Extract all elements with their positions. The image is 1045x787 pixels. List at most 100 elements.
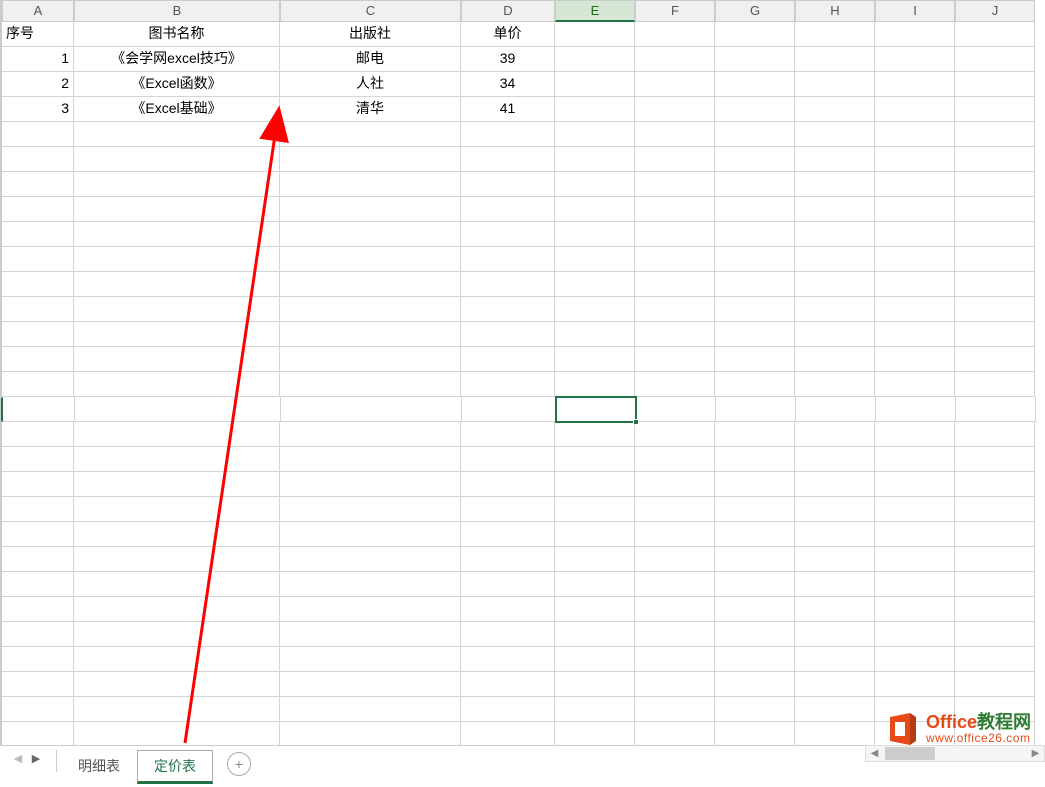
- cell[interactable]: [74, 697, 280, 722]
- cell[interactable]: [715, 647, 795, 672]
- cell[interactable]: [461, 422, 555, 447]
- cell[interactable]: [74, 597, 280, 622]
- cell-D2[interactable]: 39: [461, 47, 555, 72]
- cell[interactable]: [715, 322, 795, 347]
- cell[interactable]: [74, 197, 280, 222]
- cell-A2[interactable]: 1: [2, 47, 74, 72]
- cell[interactable]: [2, 722, 74, 747]
- cell[interactable]: [556, 397, 636, 422]
- cell-E1[interactable]: [555, 22, 635, 47]
- cell[interactable]: [875, 122, 955, 147]
- cell[interactable]: [2, 597, 74, 622]
- cell[interactable]: [2, 422, 74, 447]
- cell[interactable]: [875, 347, 955, 372]
- cell-A3[interactable]: 2: [2, 72, 74, 97]
- tab-nav-prev-icon[interactable]: ◀: [10, 750, 26, 766]
- cell-G1[interactable]: [715, 22, 795, 47]
- cell[interactable]: [715, 572, 795, 597]
- cell[interactable]: [875, 422, 955, 447]
- cell[interactable]: [955, 122, 1035, 147]
- cell[interactable]: [74, 522, 280, 547]
- cell[interactable]: [280, 147, 461, 172]
- cell[interactable]: [555, 722, 635, 747]
- cell[interactable]: [461, 272, 555, 297]
- cell-I1[interactable]: [875, 22, 955, 47]
- cell-A4[interactable]: 3: [2, 97, 74, 122]
- cell[interactable]: [74, 422, 280, 447]
- cell[interactable]: [955, 147, 1035, 172]
- scroll-thumb[interactable]: [885, 747, 935, 760]
- cell[interactable]: [2, 322, 74, 347]
- cell[interactable]: [955, 297, 1035, 322]
- cell[interactable]: [74, 172, 280, 197]
- cell-C2[interactable]: 邮电: [280, 47, 461, 72]
- cell[interactable]: [555, 172, 635, 197]
- cell[interactable]: [461, 572, 555, 597]
- cell[interactable]: [461, 172, 555, 197]
- cell[interactable]: [74, 722, 280, 747]
- cell[interactable]: [635, 497, 715, 522]
- cell[interactable]: [3, 397, 75, 422]
- cell[interactable]: [280, 247, 461, 272]
- cell[interactable]: [875, 522, 955, 547]
- cell[interactable]: [2, 697, 74, 722]
- cell[interactable]: [795, 422, 875, 447]
- col-header-G[interactable]: G: [715, 0, 795, 22]
- cell[interactable]: [461, 347, 555, 372]
- cell[interactable]: [555, 272, 635, 297]
- cell[interactable]: [2, 147, 74, 172]
- cell[interactable]: [461, 297, 555, 322]
- cell[interactable]: [875, 572, 955, 597]
- cell[interactable]: [635, 172, 715, 197]
- cell[interactable]: [875, 147, 955, 172]
- cell[interactable]: [635, 272, 715, 297]
- cell[interactable]: [715, 147, 795, 172]
- cell[interactable]: [635, 122, 715, 147]
- cell[interactable]: [635, 522, 715, 547]
- cell[interactable]: [2, 497, 74, 522]
- cell[interactable]: [280, 572, 461, 597]
- cell[interactable]: [795, 247, 875, 272]
- cell[interactable]: [461, 322, 555, 347]
- cell[interactable]: [635, 247, 715, 272]
- cell[interactable]: [715, 597, 795, 622]
- cell[interactable]: [795, 147, 875, 172]
- cell-D1[interactable]: 单价: [461, 22, 555, 47]
- cell[interactable]: [795, 672, 875, 697]
- cell[interactable]: [875, 597, 955, 622]
- cell[interactable]: [715, 522, 795, 547]
- cell[interactable]: [555, 322, 635, 347]
- cell[interactable]: [795, 497, 875, 522]
- cell[interactable]: [2, 647, 74, 672]
- cell[interactable]: [875, 272, 955, 297]
- cell[interactable]: [795, 297, 875, 322]
- cell[interactable]: [795, 522, 875, 547]
- sheet-tab[interactable]: 明细表: [61, 750, 137, 784]
- cell-J1[interactable]: [955, 22, 1035, 47]
- cell[interactable]: [280, 372, 461, 397]
- cell[interactable]: [955, 197, 1035, 222]
- cell[interactable]: [955, 422, 1035, 447]
- cell[interactable]: [555, 572, 635, 597]
- cell[interactable]: [635, 447, 715, 472]
- cell[interactable]: [955, 222, 1035, 247]
- cell[interactable]: [955, 472, 1035, 497]
- cell[interactable]: [461, 722, 555, 747]
- cell[interactable]: [715, 247, 795, 272]
- spreadsheet-grid[interactable]: A B C D E F G H I J 序号 图书名称 出版社 单价 1 《会学…: [0, 0, 1045, 745]
- cell[interactable]: [280, 472, 461, 497]
- cell[interactable]: [715, 122, 795, 147]
- cell[interactable]: [2, 672, 74, 697]
- cell[interactable]: [280, 422, 461, 447]
- cell[interactable]: [875, 472, 955, 497]
- cell[interactable]: [795, 647, 875, 672]
- cell[interactable]: [715, 472, 795, 497]
- scroll-right-icon[interactable]: ▶: [1027, 748, 1044, 759]
- cell[interactable]: [555, 447, 635, 472]
- cell[interactable]: [715, 422, 795, 447]
- cell[interactable]: [280, 122, 461, 147]
- cell[interactable]: [635, 297, 715, 322]
- cell[interactable]: [795, 597, 875, 622]
- cell[interactable]: [715, 547, 795, 572]
- cell[interactable]: [74, 472, 280, 497]
